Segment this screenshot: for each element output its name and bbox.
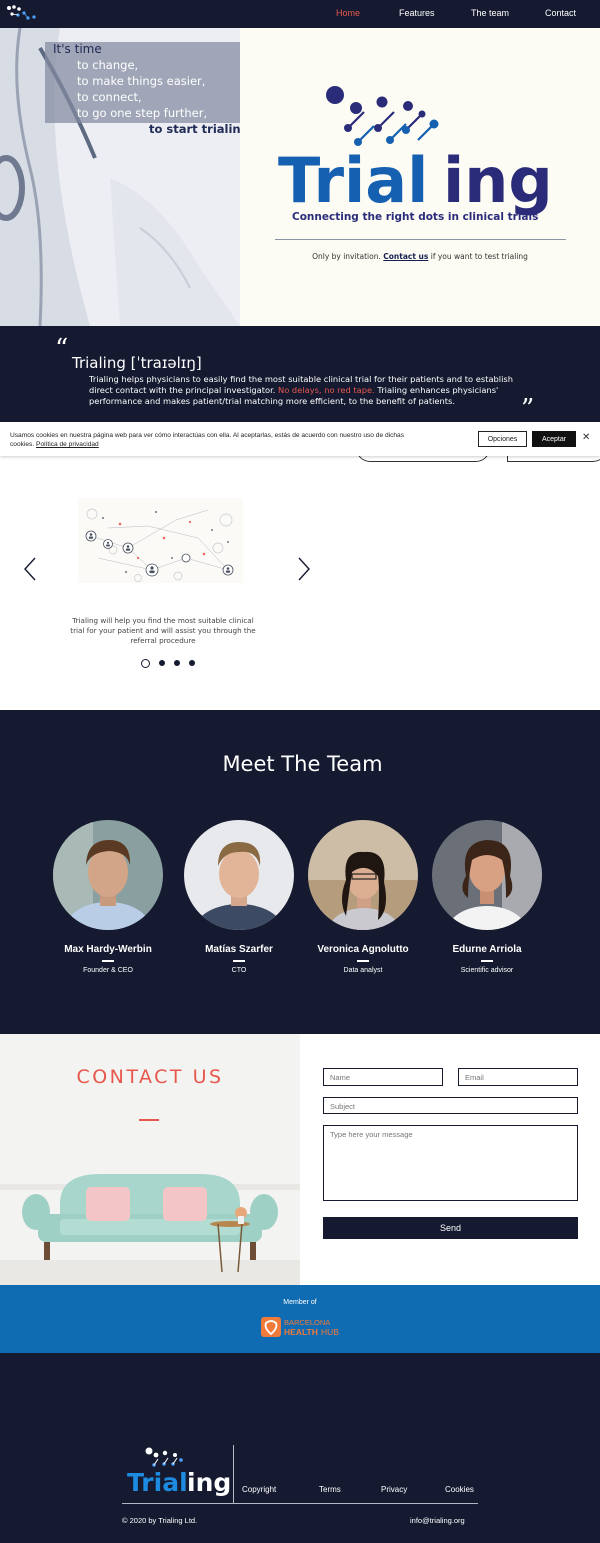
svg-text:BARCELONA: BARCELONA: [284, 1318, 330, 1327]
close-icon[interactable]: ✕: [582, 433, 590, 443]
hero-image-panel: It's time to change, to make things easi…: [0, 28, 240, 326]
avatar: [308, 820, 418, 956]
cookie-text: Usamos cookies en nuestra página web par…: [10, 431, 430, 449]
team-member: Max Hardy-Werbin Founder & CEO: [48, 820, 168, 974]
footer-rule: [122, 1503, 478, 1504]
cookie-options-button[interactable]: Opciones: [478, 431, 527, 447]
contact-form: Name Email Subject Type here your messag…: [300, 1034, 600, 1285]
hero-brand-panel: Trial ing Connecting the right dots in c…: [240, 28, 600, 326]
avatar: [53, 820, 163, 954]
definition-highlight: No delays, no red tape.: [278, 385, 375, 395]
chevron-right-icon[interactable]: [296, 556, 312, 582]
nav-contact[interactable]: Contact: [545, 8, 576, 18]
hero-tagline: Connecting the right dots in clinical tr…: [292, 211, 538, 223]
team-member: Matías Szarfer CTO: [179, 820, 299, 974]
footer-link-cookies[interactable]: Cookies: [445, 1485, 474, 1494]
hero-quote-box: It's time to change, to make things easi…: [45, 42, 240, 136]
svg-text:ing: ing: [443, 144, 553, 217]
member-divider: [102, 960, 114, 962]
contact-title: CONTACT US: [76, 1066, 224, 1088]
definition-section: “ Trialing [ˈtraɪəlɪŋ] Trialing helps ph…: [0, 326, 600, 422]
slider-dot[interactable]: [174, 660, 180, 666]
slide-caption: Trialing will help you find the most sui…: [70, 616, 256, 645]
name-field[interactable]: Name: [323, 1068, 443, 1086]
contact-us-link[interactable]: Contact us: [383, 252, 428, 261]
barcelona-health-hub-logo[interactable]: BARCELONA HEALTH HUB: [260, 1315, 344, 1339]
team-section: Meet The Team Max Hardy-Werbin Founder &…: [0, 710, 600, 1034]
footer-trialing-logo[interactable]: Trial ing: [125, 1445, 230, 1497]
team-member: Veronica Agnolutto Data analyst: [303, 820, 423, 974]
nav-home[interactable]: Home: [336, 8, 360, 18]
hero-line: to go one step further,: [77, 106, 208, 120]
member-role: Data analyst: [343, 967, 383, 974]
cookie-banner: Usamos cookies en nuestra página web par…: [0, 422, 600, 456]
member-name: Matías Szarfer: [205, 944, 273, 955]
message-field[interactable]: Type here your message: [323, 1125, 578, 1201]
avatar: [432, 820, 542, 958]
privacy-policy-link[interactable]: Política de privacidad: [36, 441, 99, 448]
hero-line: to connect,: [77, 90, 142, 104]
slider-dot-active[interactable]: [141, 659, 150, 668]
footer-divider: [233, 1445, 234, 1503]
member-role: CTO: [231, 967, 247, 974]
footer-email-link[interactable]: info@trialing.org: [410, 1516, 465, 1525]
email-field[interactable]: Email: [458, 1068, 578, 1086]
member-band: Member of BARCELONA HEALTH HUB: [0, 1285, 600, 1353]
hero-invite-text: Only by invitation. Contact us if you wa…: [240, 252, 600, 261]
hero-line: to change,: [77, 58, 139, 72]
footer-copyright: © 2020 by Trialing Ltd.: [122, 1516, 198, 1525]
chevron-left-icon[interactable]: [22, 556, 38, 582]
nav-the-team[interactable]: The team: [471, 8, 509, 18]
svg-text:ing: ing: [187, 1468, 230, 1497]
trialing-logo-icon[interactable]: [6, 4, 40, 24]
hero-line: to make things easier,: [77, 74, 206, 88]
member-role: Scientific advisor: [460, 967, 514, 974]
avatar: [184, 820, 294, 956]
footer-link-terms[interactable]: Terms: [319, 1485, 341, 1494]
top-navbar: Home Features The team Contact: [0, 0, 600, 28]
footer-link-privacy[interactable]: Privacy: [381, 1485, 407, 1494]
contact-divider: [139, 1119, 159, 1121]
definition-body: Trialing helps physicians to easily find…: [89, 374, 535, 407]
svg-text:HEALTH: HEALTH: [284, 1327, 318, 1337]
member-name: Max Hardy-Werbin: [64, 944, 152, 955]
contact-image-panel: CONTACT US: [0, 1034, 300, 1285]
cookie-accept-button[interactable]: Aceptar: [532, 431, 576, 447]
close-quote-icon: ”: [521, 394, 535, 424]
footer-link-copyright[interactable]: Copyright: [242, 1485, 276, 1494]
member-divider: [233, 960, 245, 962]
team-title: Meet The Team: [222, 752, 383, 776]
svg-text:Trial: Trial: [278, 144, 428, 217]
slider-dot[interactable]: [189, 660, 195, 666]
slider-dot[interactable]: [159, 660, 165, 666]
member-of-label: Member of: [283, 1299, 317, 1306]
member-name: Veronica Agnolutto: [317, 944, 409, 955]
member-divider: [357, 960, 369, 962]
subject-field[interactable]: Subject: [323, 1097, 578, 1114]
team-member: Edurne Arriola Scientific advisor: [427, 820, 547, 974]
network-illustration: [78, 498, 243, 583]
footer: Trial ing Copyright Terms Privacy Cookie…: [0, 1353, 600, 1543]
member-role: Founder & CEO: [83, 967, 133, 974]
trialing-brand-logo: Trial ing Connecting the right dots in c…: [278, 86, 553, 223]
invite-pre: Only by invitation.: [312, 252, 381, 261]
svg-text:Trial: Trial: [127, 1468, 188, 1497]
svg-text:HUB: HUB: [321, 1327, 339, 1337]
hero-line-emphasis: to start trialing: [149, 122, 240, 136]
hero-divider: [275, 239, 566, 240]
member-name: Edurne Arriola: [452, 944, 522, 955]
send-button[interactable]: Send: [323, 1217, 578, 1239]
invite-post: if you want to test trialing: [430, 252, 528, 261]
definition-title: Trialing [ˈtraɪəlɪŋ]: [72, 354, 202, 372]
nav-features[interactable]: Features: [399, 8, 435, 18]
member-divider: [481, 960, 493, 962]
hero-line: It's time: [53, 42, 102, 56]
open-quote-icon: “: [55, 334, 69, 364]
